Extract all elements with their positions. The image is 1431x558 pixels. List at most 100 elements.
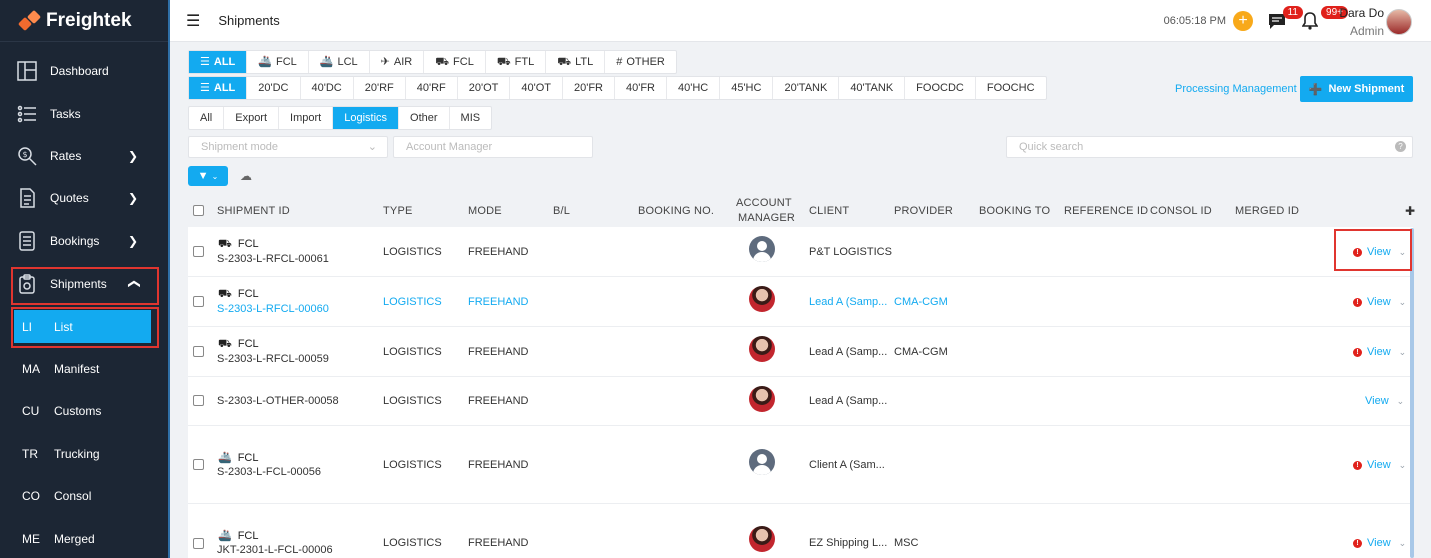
view-link[interactable]: View — [1367, 537, 1391, 549]
view-link[interactable]: View — [1367, 346, 1391, 358]
table-row[interactable]: ⛟ FCL S-2303-L-RFCL-00059 LOGISTICS FREEH… — [188, 327, 1413, 377]
row-shipment-id[interactable]: S-2303-L-FCL-00056 — [217, 466, 321, 478]
shipment-mode-select[interactable]: Shipment mode ⌄ — [188, 136, 388, 158]
row-shipment-id[interactable]: S-2303-L-RFCL-00061 — [217, 253, 329, 265]
header-bl[interactable]: B/L — [553, 205, 570, 217]
header-booking-to[interactable]: BOOKING TO — [979, 205, 1050, 217]
cloud-download-icon[interactable]: ☁ — [240, 169, 252, 183]
new-shipment-button[interactable]: ➕ New Shipment — [1300, 76, 1413, 102]
table-scrollbar[interactable] — [1410, 228, 1414, 558]
sidebar-subitem-manifest[interactable]: MA Manifest — [0, 349, 164, 389]
tab-container-20rf[interactable]: 20'RF — [354, 77, 406, 99]
tab-container-40rf[interactable]: 40'RF — [406, 77, 458, 99]
tab-mode-air[interactable]: ✈ AIR — [370, 51, 425, 73]
view-link[interactable]: View — [1367, 296, 1391, 308]
tab-mode-fcl-truck[interactable]: ⛟ FCL — [424, 51, 486, 73]
view-link[interactable]: View — [1367, 459, 1391, 471]
quick-search-input[interactable]: Quick search ? — [1006, 136, 1413, 158]
bell-icon[interactable] — [1301, 12, 1319, 35]
row-checkbox[interactable] — [193, 395, 204, 406]
tab-mode-lcl[interactable]: 🚢 LCL — [309, 51, 370, 73]
sidebar-subitem-merged[interactable]: ME Merged — [0, 519, 164, 558]
header-shipment-id[interactable]: SHIPMENT ID — [217, 205, 290, 217]
header-provider[interactable]: PROVIDER — [894, 205, 953, 217]
sidebar-item-quotes[interactable]: Quotes ❯ — [0, 178, 164, 218]
app-logo[interactable]: Freightek — [0, 0, 168, 42]
tab-mode-fcl-ship[interactable]: 🚢 FCL — [247, 51, 309, 73]
tab-type-other[interactable]: Other — [399, 107, 450, 129]
tab-mode-all[interactable]: ☰ ALL — [189, 51, 248, 73]
table-row[interactable]: S-2303-L-OTHER-00058 LOGISTICS FREEHAND … — [188, 377, 1413, 426]
tab-mode-ftl[interactable]: ⛟ FTL — [486, 51, 547, 73]
quick-add-button[interactable]: + — [1233, 11, 1253, 31]
chevron-down-icon[interactable]: ⌄ — [1399, 347, 1407, 358]
table-row[interactable]: 🚢 FCL S-2303-L-FCL-00056 LOGISTICS FREEHA… — [188, 426, 1413, 504]
header-merged-id[interactable]: MERGED ID — [1235, 205, 1299, 217]
tab-container-20ot[interactable]: 20'OT — [458, 77, 511, 99]
chevron-down-icon[interactable]: ⌄ — [1399, 538, 1407, 549]
row-view-action[interactable]: View ⌄ — [1365, 395, 1404, 407]
sidebar-item-tasks[interactable]: Tasks — [0, 94, 164, 134]
sidebar-subitem-customs[interactable]: CU Customs — [0, 391, 164, 431]
tab-type-all[interactable]: All — [189, 107, 225, 129]
processing-management-link[interactable]: Processing Management — [1175, 83, 1297, 95]
user-name[interactable]: Dara Do — [1339, 6, 1384, 20]
tab-container-40dc[interactable]: 40'DC — [301, 77, 354, 99]
tab-container-20fr[interactable]: 20'FR — [563, 77, 615, 99]
sidebar-item-dashboard[interactable]: Dashboard — [0, 51, 164, 91]
table-row[interactable]: 🚢 FCL JKT-2301-L-FCL-00006 LOGISTICS FREE… — [188, 504, 1413, 558]
row-view-action[interactable]: ! View ⌄ — [1353, 296, 1406, 308]
header-consol-id[interactable]: CONSOL ID — [1150, 205, 1212, 217]
filter-button[interactable]: ▼ ⌄ — [188, 166, 228, 186]
row-checkbox[interactable] — [193, 346, 204, 357]
sidebar-item-rates[interactable]: $ Rates ❯ — [0, 136, 164, 176]
user-avatar[interactable] — [1386, 9, 1412, 35]
tab-container-40fr[interactable]: 40'FR — [615, 77, 667, 99]
tab-type-import[interactable]: Import — [279, 107, 334, 129]
chevron-down-icon[interactable]: ⌄ — [1397, 396, 1405, 407]
tab-mode-other[interactable]: # OTHER — [605, 51, 676, 73]
tab-container-45hc[interactable]: 45'HC — [720, 77, 774, 99]
tab-type-logistics[interactable]: Logistics — [333, 107, 400, 129]
header-mode[interactable]: MODE — [468, 205, 502, 217]
tab-container-40hc[interactable]: 40'HC — [667, 77, 721, 99]
select-all-checkbox[interactable] — [193, 205, 204, 216]
view-link[interactable]: View — [1365, 395, 1389, 407]
header-account-manager-2[interactable]: MANAGER — [738, 212, 795, 224]
chevron-down-icon[interactable]: ⌄ — [1399, 460, 1407, 471]
tab-container-40ot[interactable]: 40'OT — [510, 77, 563, 99]
row-shipment-id[interactable]: S-2303-L-RFCL-00060 — [217, 303, 329, 315]
table-row[interactable]: ⛟ FCL S-2303-L-RFCL-00060 LOGISTICS FREEH… — [188, 277, 1413, 327]
tab-mode-ltl[interactable]: ⛟ LTL — [546, 51, 606, 73]
tab-container-20tank[interactable]: 20'TANK — [773, 77, 840, 99]
header-booking-no[interactable]: BOOKING NO. — [638, 205, 714, 217]
header-type[interactable]: TYPE — [383, 205, 413, 217]
row-checkbox[interactable] — [193, 538, 204, 549]
tab-type-export[interactable]: Export — [224, 107, 280, 129]
row-view-action[interactable]: ! View ⌄ — [1353, 346, 1406, 358]
row-view-action[interactable]: ! View ⌄ — [1353, 459, 1406, 471]
row-shipment-id[interactable]: S-2303-L-RFCL-00059 — [217, 353, 329, 365]
tab-container-20dc[interactable]: 20'DC — [247, 77, 301, 99]
tab-container-40tank[interactable]: 40'TANK — [839, 77, 906, 99]
hamburger-menu-icon[interactable]: ☰ — [186, 11, 200, 31]
row-shipment-id[interactable]: JKT-2301-L-FCL-00006 — [217, 544, 333, 556]
row-view-action[interactable]: ! View ⌄ — [1353, 537, 1406, 549]
tab-container-all[interactable]: ☰ ALL — [189, 77, 248, 99]
row-checkbox[interactable] — [193, 459, 204, 470]
sidebar-subitem-consol[interactable]: CO Consol — [0, 476, 164, 516]
header-client[interactable]: CLIENT — [809, 205, 849, 217]
table-row[interactable]: ⛟ FCL S-2303-L-RFCL-00061 LOGISTICS FREEH… — [188, 227, 1413, 277]
row-shipment-id[interactable]: S-2303-L-OTHER-00058 — [217, 395, 339, 407]
chevron-down-icon[interactable]: ⌄ — [1399, 297, 1407, 308]
row-checkbox[interactable] — [193, 246, 204, 257]
tab-container-foochc[interactable]: FOOCHC — [976, 77, 1046, 99]
header-account-manager-1[interactable]: ACCOUNT — [736, 197, 792, 209]
header-reference-id[interactable]: REFERENCE ID — [1064, 205, 1148, 217]
tab-type-mis[interactable]: MIS — [450, 107, 492, 129]
add-column-icon[interactable]: ✚ — [1405, 204, 1415, 218]
row-checkbox[interactable] — [193, 296, 204, 307]
sidebar-subitem-trucking[interactable]: TR Trucking — [0, 434, 164, 474]
sidebar-item-bookings[interactable]: Bookings ❯ — [0, 221, 164, 261]
tab-container-foocdc[interactable]: FOOCDC — [905, 77, 976, 99]
